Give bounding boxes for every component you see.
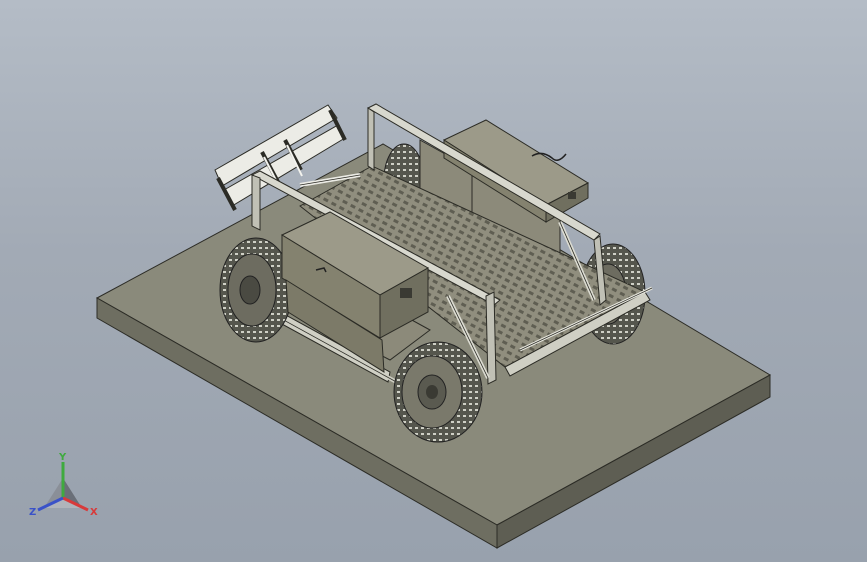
wheel-front-right bbox=[393, 341, 483, 443]
x-axis-label: X bbox=[90, 507, 98, 518]
axis-triad[interactable]: Y X Z bbox=[29, 452, 98, 518]
graphics-viewport[interactable]: Y X Z bbox=[0, 0, 867, 562]
wheel-front-left bbox=[219, 237, 293, 343]
y-axis-label: Y bbox=[58, 452, 67, 463]
z-axis-label: Z bbox=[29, 507, 36, 518]
model-view[interactable]: Y X Z bbox=[0, 0, 867, 562]
